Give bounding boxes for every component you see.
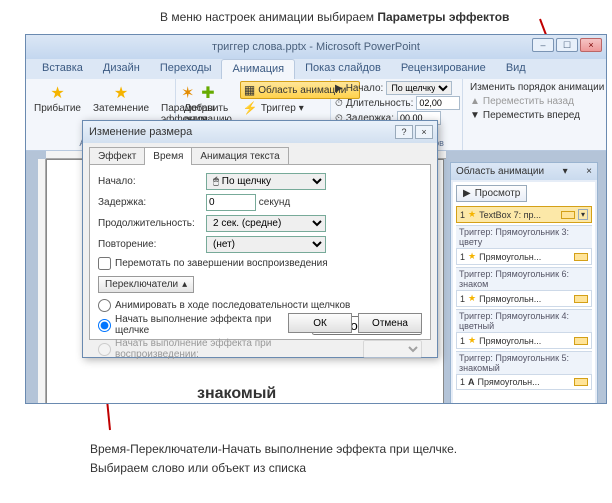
- repeat-select[interactable]: (нет): [206, 236, 326, 253]
- radio-on-click[interactable]: [98, 319, 111, 332]
- dialog-title: Изменение размера: [89, 126, 192, 138]
- animation-pane: Область анимации ▾ × ▶ Просмотр 1★TextBo…: [450, 162, 598, 404]
- window-title: триггер слова.pptx - Microsoft PowerPoin…: [212, 41, 420, 53]
- pane-dropdown-icon[interactable]: ▾: [563, 166, 568, 177]
- maximize-button[interactable]: ☐: [556, 38, 578, 52]
- caption-bottom: Время-Переключатели-Начать выполнение эф…: [90, 440, 457, 478]
- chevron-up-icon: ▴: [182, 279, 187, 290]
- anim-item[interactable]: 1AПрямоугольн...: [456, 374, 592, 390]
- start-select[interactable]: 🖱 По щелчку: [206, 173, 326, 190]
- anim-item[interactable]: 1★Прямоугольн...: [456, 332, 592, 349]
- radio-sequence[interactable]: [98, 299, 111, 312]
- trigger-group-2: Триггер: Прямоугольник 6: знаком: [456, 267, 592, 290]
- dialog-tab-text[interactable]: Анимация текста: [191, 147, 288, 165]
- tab-insert[interactable]: Вставка: [32, 59, 93, 79]
- dialog-tab-effect[interactable]: Эффект: [89, 147, 145, 165]
- play-button[interactable]: ▶ Просмотр: [456, 185, 527, 202]
- anim-item[interactable]: 1★Прямоугольн...: [456, 290, 592, 307]
- trigger-group-4: Триггер: Прямоугольник 5: знакомый: [456, 351, 592, 374]
- minimize-button[interactable]: –: [532, 38, 554, 52]
- tab-transitions[interactable]: Переходы: [150, 59, 222, 79]
- move-earlier-button[interactable]: ▲Переместить назад: [467, 95, 607, 108]
- play-object-select: [363, 340, 422, 359]
- ribbon-tabs: Вставка Дизайн Переходы Анимация Показ с…: [26, 59, 606, 79]
- timing-duration-input[interactable]: [416, 96, 460, 110]
- effect-arrive[interactable]: ★Прибытие: [30, 81, 85, 116]
- trigger-group-3: Триггер: Прямоугольник 4: цветный: [456, 309, 592, 332]
- effect-options-dialog: Изменение размера ? × Эффект Время Анима…: [82, 120, 438, 358]
- start-label: Начало:: [98, 176, 206, 187]
- slide-text: знакомый: [197, 385, 276, 403]
- ok-button[interactable]: ОК: [288, 313, 352, 333]
- dialog-tab-timing[interactable]: Время: [144, 147, 192, 165]
- window-titlebar: триггер слова.pptx - Microsoft PowerPoin…: [26, 35, 606, 59]
- radio-on-play-label: Начать выполнение эффекта при воспроизве…: [115, 338, 355, 360]
- delay-label: Задержка:: [98, 197, 206, 208]
- cancel-button[interactable]: Отмена: [358, 313, 422, 333]
- tab-design[interactable]: Дизайн: [93, 59, 150, 79]
- caption-top: В меню настроек анимации выбираем Параме…: [160, 10, 509, 24]
- pane-close-button[interactable]: ×: [586, 166, 592, 177]
- reorder-label: Изменить порядок анимации: [467, 81, 607, 94]
- tab-view[interactable]: Вид: [496, 59, 536, 79]
- timing-start-select[interactable]: По щелчку: [386, 81, 452, 95]
- tab-slideshow[interactable]: Показ слайдов: [295, 59, 391, 79]
- dialog-help-button[interactable]: ?: [395, 125, 413, 139]
- anim-item-menu[interactable]: ▾: [578, 209, 588, 220]
- duration-select[interactable]: 2 сек. (средне): [206, 215, 326, 232]
- anim-item-selected[interactable]: 1★TextBox 7: пр...▾: [456, 206, 592, 223]
- duration-label: Продолжительность:: [98, 218, 206, 229]
- rewind-checkbox[interactable]: [98, 257, 111, 270]
- radio-on-click-label: Начать выполнение эффекта при щелчке: [115, 314, 304, 336]
- rewind-label: Перемотать по завершении воспроизведения: [115, 258, 328, 269]
- effect-fade[interactable]: ★Затемнение: [89, 81, 153, 116]
- radio-sequence-label: Анимировать в ходе последовательности ще…: [115, 300, 350, 311]
- dialog-close-button[interactable]: ×: [415, 125, 433, 139]
- move-later-button[interactable]: ▼Переместить вперед: [467, 109, 607, 122]
- delay-input[interactable]: [206, 194, 256, 211]
- tab-review[interactable]: Рецензирование: [391, 59, 496, 79]
- trigger-group-1: Триггер: Прямоугольник 3: цвету: [456, 225, 592, 248]
- ruler-vertical: [38, 159, 46, 403]
- animation-pane-title: Область анимации: [456, 166, 544, 177]
- close-button[interactable]: ×: [580, 38, 602, 52]
- tab-animation[interactable]: Анимация: [221, 59, 295, 79]
- repeat-label: Повторение:: [98, 239, 206, 250]
- radio-on-play: [98, 343, 111, 356]
- triggers-toggle-button[interactable]: Переключатели ▴: [98, 276, 194, 293]
- anim-item[interactable]: 1★Прямоугольн...: [456, 248, 592, 265]
